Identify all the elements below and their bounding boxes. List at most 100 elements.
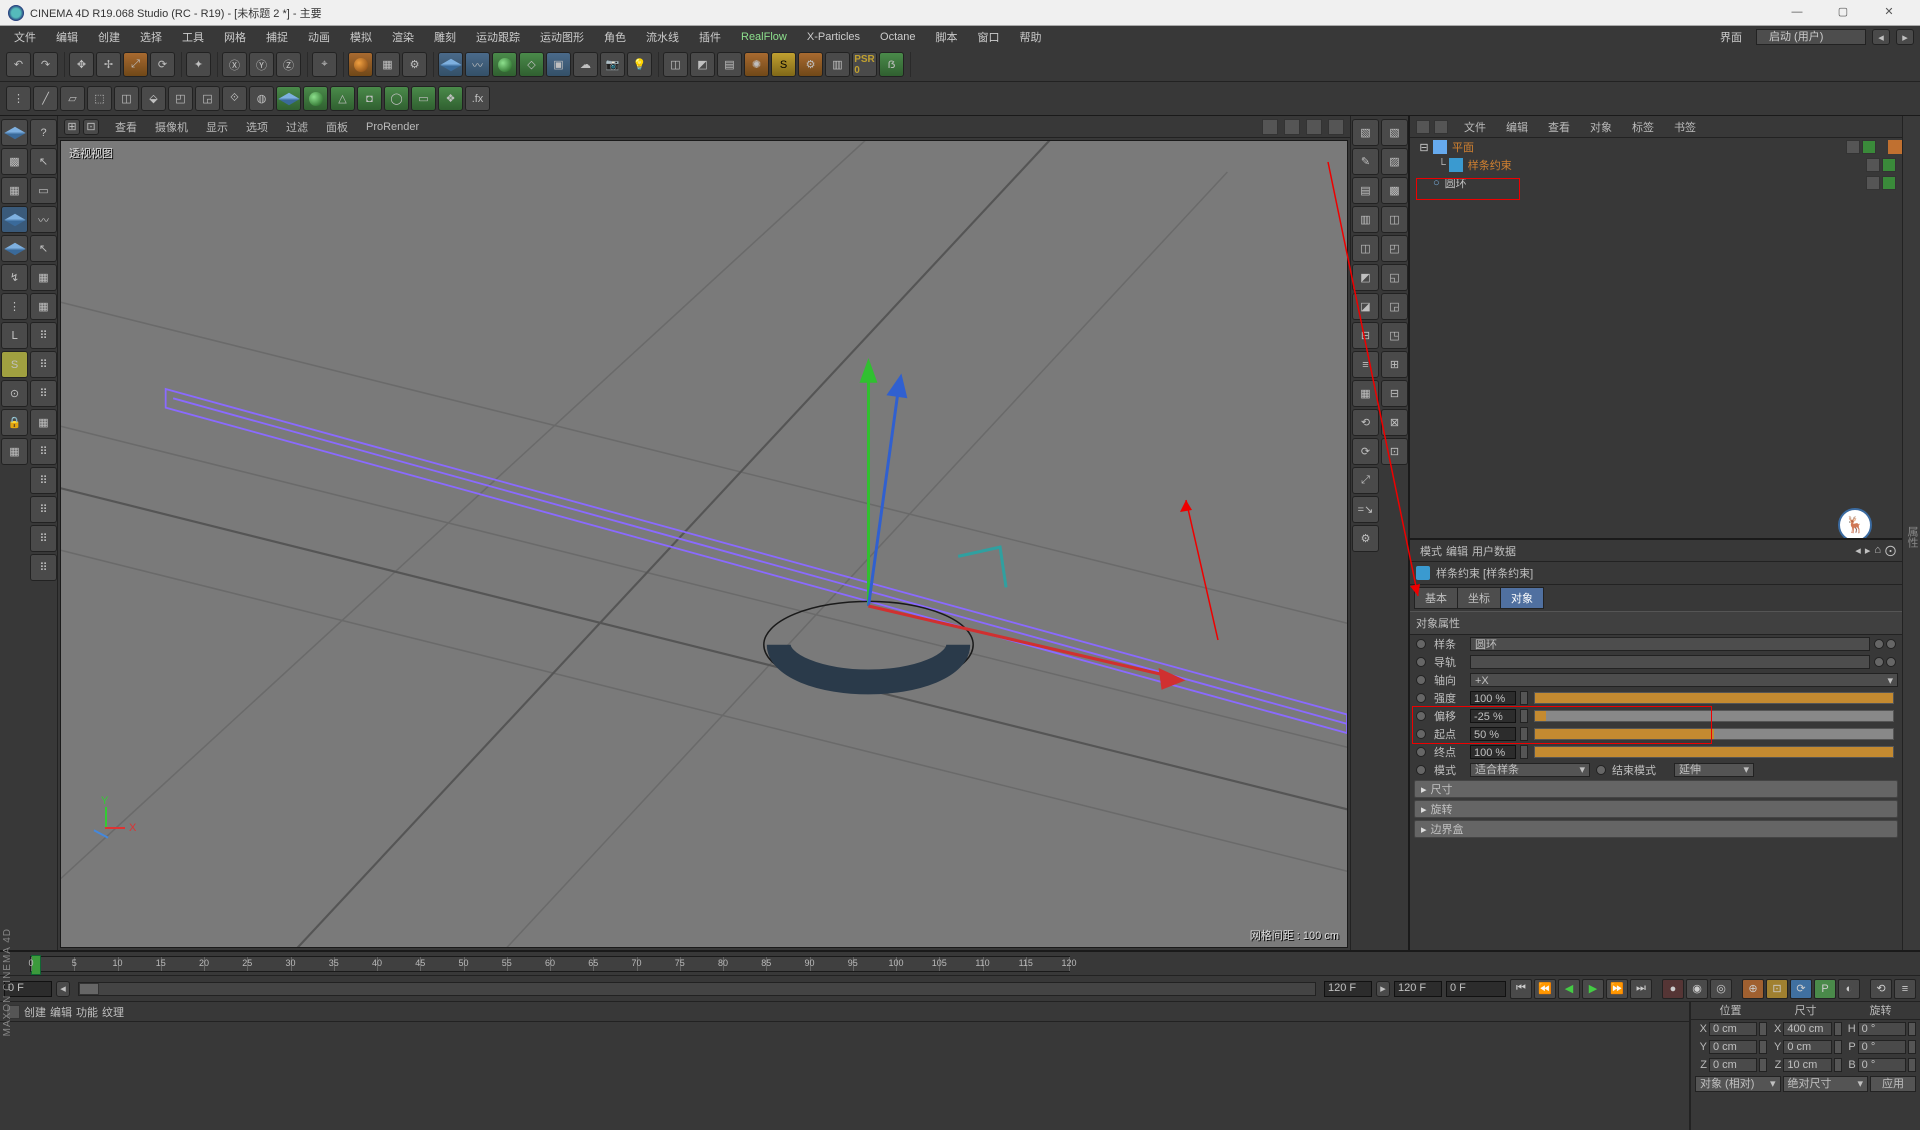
knife-button[interactable]: ▦: [30, 293, 57, 320]
modeling-a[interactable]: ⬚: [87, 86, 112, 111]
vp-pan-icon[interactable]: [1262, 119, 1278, 135]
primitive-sphere[interactable]: [303, 86, 328, 111]
rotate-tool[interactable]: ⟳: [150, 52, 175, 77]
rt2-i[interactable]: ⊞: [1381, 351, 1408, 378]
primitive-cube[interactable]: [276, 86, 301, 111]
maximize-button[interactable]: ▢: [1820, 0, 1866, 26]
om-menu-edit[interactable]: 编辑: [1498, 117, 1536, 137]
rt-corner[interactable]: =↘: [1352, 496, 1379, 523]
rt2-d[interactable]: ◫: [1381, 206, 1408, 233]
menu-plugins[interactable]: 插件: [691, 27, 729, 47]
mode-combo[interactable]: 适合样条▾: [1470, 763, 1590, 777]
om-menu-file[interactable]: 文件: [1456, 117, 1494, 137]
menu-edit[interactable]: 编辑: [48, 27, 86, 47]
range-start-prev[interactable]: ◂: [56, 981, 70, 997]
spline-picker[interactable]: [1874, 639, 1884, 649]
cursor-button[interactable]: ↖: [30, 148, 57, 175]
rt-d[interactable]: ◫: [1352, 235, 1379, 262]
make-editable-button[interactable]: [1, 119, 28, 146]
modeling-e[interactable]: ◲: [195, 86, 220, 111]
rt2-l[interactable]: ⊡: [1381, 438, 1408, 465]
pattern-h[interactable]: ⠿: [30, 525, 57, 552]
record-button[interactable]: ●: [1662, 979, 1684, 999]
goto-start-button[interactable]: ⏮: [1510, 979, 1532, 999]
object-mode-button[interactable]: [1, 235, 28, 262]
key-rot-button[interactable]: ⟳: [1790, 979, 1812, 999]
key-scale-button[interactable]: ⊡: [1766, 979, 1788, 999]
tab-object[interactable]: 对象: [1500, 587, 1544, 609]
vp-menu-camera[interactable]: 摄像机: [147, 117, 196, 137]
menu-window[interactable]: 窗口: [970, 27, 1008, 47]
am-menu-userdata[interactable]: 用户数据: [1472, 543, 1516, 559]
undo-button[interactable]: ↶: [6, 52, 31, 77]
am-menu-edit[interactable]: 编辑: [1446, 543, 1468, 559]
add-light-button[interactable]: 💡: [627, 52, 652, 77]
offset-spinner[interactable]: [1520, 709, 1528, 723]
bake-button[interactable]: ẞ: [879, 52, 904, 77]
rt2-a[interactable]: ▧: [1381, 119, 1408, 146]
redo-button[interactable]: ↷: [33, 52, 58, 77]
am-nav-lock[interactable]: ⨀: [1885, 544, 1896, 557]
from-slider[interactable]: [1534, 728, 1894, 740]
timeline-ruler[interactable]: 0510152025303540455055606570758085909510…: [0, 952, 1920, 976]
mm-menu-func[interactable]: 功能: [76, 1004, 98, 1020]
size-y[interactable]: 0 cm: [1783, 1040, 1831, 1054]
rt2-g[interactable]: ◲: [1381, 293, 1408, 320]
range-slider[interactable]: [78, 982, 1316, 996]
menu-file[interactable]: 文件: [6, 27, 44, 47]
pattern-a[interactable]: ⠿: [30, 322, 57, 349]
rt2-j[interactable]: ⊟: [1381, 380, 1408, 407]
spline-clear[interactable]: [1886, 639, 1896, 649]
tab-basic[interactable]: 基本: [1414, 587, 1457, 609]
tab-coord[interactable]: 坐标: [1457, 587, 1500, 609]
om-menu-bookmarks[interactable]: 书签: [1666, 117, 1704, 137]
magnet-button[interactable]: ⊙: [1, 380, 28, 407]
menu-animate[interactable]: 动画: [300, 27, 338, 47]
mm-menu-tex[interactable]: 纹理: [102, 1004, 124, 1020]
add-nurbs-button[interactable]: [492, 52, 517, 77]
coord-system-button[interactable]: ⌖: [312, 52, 337, 77]
recent-tool[interactable]: ✦: [186, 52, 211, 77]
strength-input[interactable]: 100 %: [1470, 691, 1516, 705]
mode-polys[interactable]: ▱: [60, 86, 85, 111]
next-key-button[interactable]: ⏩: [1606, 979, 1628, 999]
goto-end-button[interactable]: ⏭: [1630, 979, 1652, 999]
vp-menu-filter[interactable]: 过滤: [278, 117, 316, 137]
prev-key-button[interactable]: ⏪: [1534, 979, 1556, 999]
om-icon-b[interactable]: [1434, 120, 1448, 134]
preview-end-input[interactable]: 120 F: [1324, 981, 1372, 997]
sound-button[interactable]: ≡: [1894, 979, 1916, 999]
help-button[interactable]: ?: [30, 119, 57, 146]
rt-g[interactable]: ⊟: [1352, 322, 1379, 349]
rt-l[interactable]: ⤢: [1352, 467, 1379, 494]
strength-spinner[interactable]: [1520, 691, 1528, 705]
modeling-f[interactable]: ⟐: [222, 86, 247, 111]
select-tool[interactable]: ✥: [69, 52, 94, 77]
lasso-button[interactable]: 〰: [30, 206, 57, 233]
add-camera-button[interactable]: 📷: [600, 52, 625, 77]
minimize-button[interactable]: ―: [1774, 0, 1820, 26]
layout-combo[interactable]: 启动 (用户): [1756, 29, 1866, 45]
vp-menu-options[interactable]: 选项: [238, 117, 276, 137]
vp-menu-panel[interactable]: 面板: [318, 117, 356, 137]
pattern-e[interactable]: ⠿: [30, 438, 57, 465]
to-input[interactable]: 100 %: [1470, 745, 1516, 759]
size-z[interactable]: 10 cm: [1783, 1058, 1831, 1072]
add-spline-button[interactable]: 〰: [465, 52, 490, 77]
rt2-b[interactable]: ▨: [1381, 148, 1408, 175]
rt-j[interactable]: ⟲: [1352, 409, 1379, 436]
am-nav-prev[interactable]: ◂: [1855, 544, 1861, 557]
workplane-button[interactable]: ▦: [1, 177, 28, 204]
primitive-cone[interactable]: △: [330, 86, 355, 111]
pattern-c[interactable]: ⠿: [30, 380, 57, 407]
rt-h[interactable]: ≡: [1352, 351, 1379, 378]
object-row-plane[interactable]: ⊟ 平面: [1410, 138, 1902, 156]
range-end-input[interactable]: 120 F: [1394, 981, 1442, 997]
extra-button[interactable]: ▦: [1, 438, 28, 465]
key-sel-button[interactable]: ◎: [1710, 979, 1732, 999]
mode-edges[interactable]: ╱: [33, 86, 58, 111]
rt2-c[interactable]: ▩: [1381, 177, 1408, 204]
am-nav-up[interactable]: ⌂: [1874, 544, 1881, 557]
pos-mode-combo[interactable]: 对象 (相对)▾: [1695, 1076, 1781, 1092]
mm-menu-create[interactable]: 创建: [24, 1004, 46, 1020]
